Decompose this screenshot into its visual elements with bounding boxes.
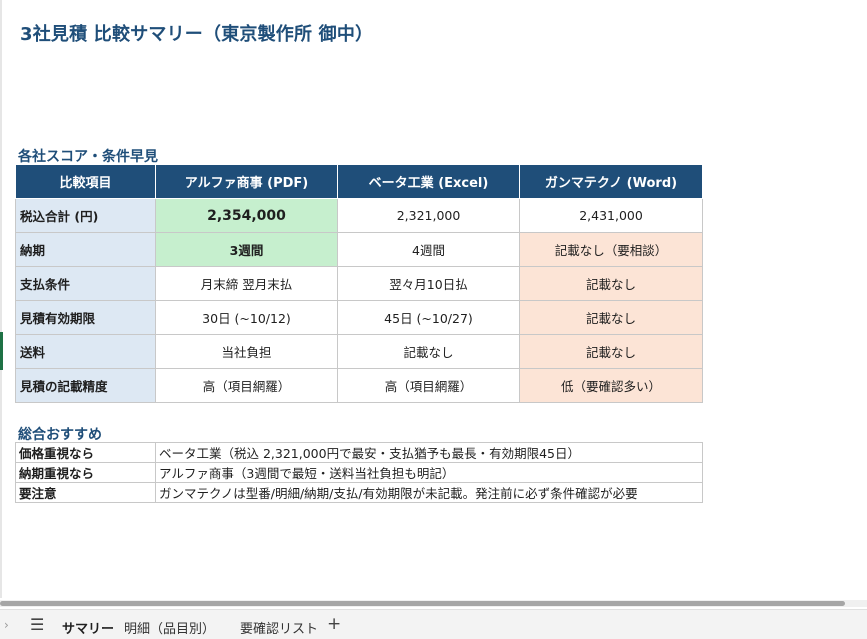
- reco-value-price[interactable]: ベータ工業（税込 2,321,000円で最安・支払猶予も最長・有効期限45日）: [155, 442, 703, 463]
- cell-beta-payment[interactable]: 翌々月10日払: [337, 266, 520, 301]
- table-row: 価格重視なら ベータ工業（税込 2,321,000円で最安・支払猶予も最長・有効…: [15, 442, 703, 463]
- table-row: 税込合計 (円) 2,354,000 2,321,000 2,431,000: [15, 198, 703, 233]
- row-label-shipping[interactable]: 送料: [15, 334, 156, 369]
- cell-gamma-shipping[interactable]: 記載なし: [519, 334, 703, 369]
- cell-alpha-accuracy[interactable]: 高（項目網羅）: [155, 368, 338, 403]
- table-row: 支払条件 月末締 翌月末払 翌々月10日払 記載なし: [15, 266, 703, 301]
- cell-alpha-payment[interactable]: 月末締 翌月末払: [155, 266, 338, 301]
- table-row: 納期 3週間 4週間 記載なし（要相談）: [15, 232, 703, 267]
- table-row: 見積有効期限 30日 (~10/12) 45日 (~10/27) 記載なし: [15, 300, 703, 335]
- recommendation-table: 価格重視なら ベータ工業（税込 2,321,000円で最安・支払猶予も最長・有効…: [15, 442, 703, 503]
- sheet-tab-details[interactable]: 明細（品目別）: [124, 618, 215, 637]
- header-cell-gamma[interactable]: ガンマテクノ (Word): [519, 164, 703, 199]
- table-header-row: 比較項目 アルファ商事 (PDF) ベータ工業 (Excel) ガンマテクノ (…: [15, 164, 703, 199]
- cell-beta-validity[interactable]: 45日 (~10/27): [337, 300, 520, 335]
- cell-beta-leadtime[interactable]: 4週間: [337, 232, 520, 267]
- table-row: 送料 当社負担 記載なし 記載なし: [15, 334, 703, 369]
- page-title: 3社見積 比較サマリー（東京製作所 御中）: [20, 24, 374, 45]
- hamburger-menu-icon[interactable]: ☰: [30, 615, 44, 634]
- sheet-tab-summary[interactable]: サマリー: [62, 618, 114, 637]
- reco-key-price[interactable]: 価格重視なら: [15, 442, 156, 463]
- reco-key-leadtime[interactable]: 納期重視なら: [15, 462, 156, 483]
- row-header-edge: [0, 0, 2, 598]
- cell-gamma-accuracy[interactable]: 低（要確認多い）: [519, 368, 703, 403]
- cell-gamma-total[interactable]: 2,431,000: [519, 198, 703, 233]
- sheet-tab-bar: › ☰ サマリー 明細（品目別） 要確認リスト +: [0, 609, 867, 639]
- table-row: 見積の記載精度 高（項目網羅） 高（項目網羅） 低（要確認多い）: [15, 368, 703, 403]
- cell-gamma-validity[interactable]: 記載なし: [519, 300, 703, 335]
- row-label-leadtime[interactable]: 納期: [15, 232, 156, 267]
- horizontal-scrollbar-thumb[interactable]: [0, 601, 845, 606]
- row-label-payment[interactable]: 支払条件: [15, 266, 156, 301]
- cell-beta-accuracy[interactable]: 高（項目網羅）: [337, 368, 520, 403]
- cell-alpha-total[interactable]: 2,354,000: [155, 198, 338, 233]
- table-row: 要注意 ガンマテクノは型番/明細/納期/支払/有効期限が未記載。発注前に必ず条件…: [15, 482, 703, 503]
- cell-alpha-shipping[interactable]: 当社負担: [155, 334, 338, 369]
- header-cell-item[interactable]: 比較項目: [15, 164, 156, 199]
- table-row: 納期重視なら アルファ商事（3週間で最短・送料当社負担も明記）: [15, 462, 703, 483]
- sheet-tab-checklist[interactable]: 要確認リスト: [240, 618, 318, 637]
- section-heading-recommendation: 総合おすすめ: [18, 427, 102, 443]
- row-label-accuracy[interactable]: 見積の記載精度: [15, 368, 156, 403]
- cell-beta-shipping[interactable]: 記載なし: [337, 334, 520, 369]
- active-row-marker: [0, 332, 3, 370]
- reco-key-caution[interactable]: 要注意: [15, 482, 156, 503]
- row-label-total[interactable]: 税込合計 (円): [15, 198, 156, 233]
- reco-value-leadtime[interactable]: アルファ商事（3週間で最短・送料当社負担も明記）: [155, 462, 703, 483]
- section-heading-scores: 各社スコア・条件早見: [18, 149, 158, 165]
- comparison-table: 比較項目 アルファ商事 (PDF) ベータ工業 (Excel) ガンマテクノ (…: [15, 164, 703, 403]
- reco-value-caution[interactable]: ガンマテクノは型番/明細/納期/支払/有効期限が未記載。発注前に必ず条件確認が必…: [155, 482, 703, 503]
- header-cell-beta[interactable]: ベータ工業 (Excel): [337, 164, 520, 199]
- row-label-validity[interactable]: 見積有効期限: [15, 300, 156, 335]
- cell-gamma-payment[interactable]: 記載なし: [519, 266, 703, 301]
- chevron-right-icon[interactable]: ›: [4, 618, 9, 632]
- cell-alpha-validity[interactable]: 30日 (~10/12): [155, 300, 338, 335]
- cell-alpha-leadtime[interactable]: 3週間: [155, 232, 338, 267]
- cell-beta-total[interactable]: 2,321,000: [337, 198, 520, 233]
- header-cell-alpha[interactable]: アルファ商事 (PDF): [155, 164, 338, 199]
- plus-icon[interactable]: +: [327, 614, 341, 634]
- cell-gamma-leadtime[interactable]: 記載なし（要相談）: [519, 232, 703, 267]
